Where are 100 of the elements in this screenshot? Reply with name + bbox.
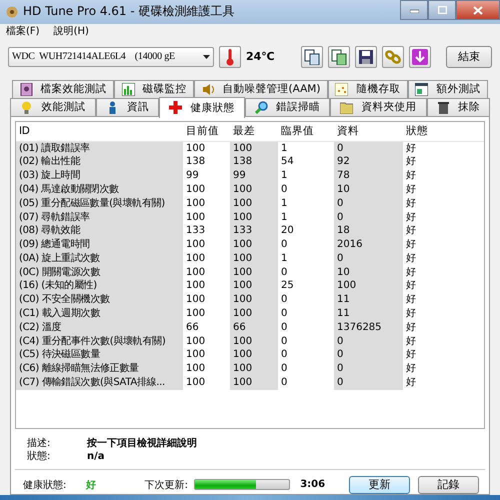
table-cell-text: 66 — [185, 320, 200, 335]
table-cell: 100 — [230, 376, 278, 390]
window-icon — [415, 82, 428, 96]
tab[interactable]: 抹除 — [426, 98, 490, 116]
drive-dropdown[interactable]: WDC WUH721414ALE6L4 (14000 gE — [8, 46, 214, 67]
chain-button[interactable] — [382, 46, 404, 68]
lightbulb-icon — [20, 100, 34, 114]
maximize-button[interactable] — [428, 0, 456, 20]
table-cell: (0C) 開關電源次數 — [16, 266, 183, 280]
cross-icon — [169, 101, 182, 114]
table-cell: (C7) 傳輸錯誤次數(與SATA排線... — [16, 376, 183, 390]
table-cell-text: 100 — [185, 307, 206, 321]
tab[interactable]: 檔案效能測試 — [12, 80, 114, 98]
table-cell-text: 100 — [185, 348, 206, 362]
table-cell: 100 — [230, 362, 278, 376]
table-cell: 99 — [230, 169, 278, 183]
close-button[interactable] — [456, 0, 500, 20]
tab[interactable]: 額外測試 — [408, 80, 488, 98]
table-cell: (04) 馬達啟動關閉次數 — [16, 182, 183, 197]
window-title: HD Tune Pro 4.61 - 硬碟檢測維護工具 — [23, 3, 236, 20]
table-cell: (C6) 離線掃瞄無法修正數量 — [16, 362, 183, 376]
download-button[interactable] — [409, 46, 431, 68]
table-cell-text: 100 — [185, 362, 206, 376]
table-cell-text: 100 — [185, 196, 206, 210]
status-label: 狀態: — [27, 450, 52, 463]
save-button[interactable] — [355, 46, 377, 68]
table-cell: 100 — [230, 182, 278, 197]
health-label: 健康狀態: — [23, 478, 68, 492]
table-cell: 100 — [230, 279, 278, 294]
disk-icon — [6, 6, 18, 18]
table-cell: (07) 尋軌錯誤率 — [16, 210, 183, 224]
table-cell-text: 1 — [280, 210, 288, 224]
table-cell-text: 138 — [185, 155, 206, 170]
table-cell: 78 — [334, 169, 403, 183]
table-cell-text: 好 — [405, 210, 417, 224]
table-cell-text: 1 — [280, 142, 288, 156]
table-cell-text: 54 — [280, 155, 295, 170]
tab[interactable]: 磁碟監控 — [114, 80, 194, 98]
exit-button[interactable]: 結束 — [446, 46, 492, 68]
table-cell-text: 100 — [185, 210, 206, 224]
refresh-button[interactable]: 更新 — [349, 476, 410, 494]
arrow-down-icon — [412, 48, 428, 65]
table-cell: (08) 尋軌效能 — [16, 224, 183, 238]
table-cell-text: 100 — [185, 252, 206, 266]
table-cell: (C0) 不安全關機次數 — [16, 293, 183, 308]
table-cell-text: 好 — [405, 266, 417, 280]
table-cell: 0 — [334, 362, 403, 376]
table-cell: 0 — [334, 376, 403, 390]
copy-button[interactable] — [328, 46, 350, 68]
table-cell-text: 好 — [405, 252, 417, 266]
log-button[interactable]: 記錄 — [418, 476, 479, 494]
table-cell-text: 好 — [405, 196, 417, 210]
table-cell: 0 — [334, 142, 403, 156]
countdown-time: 3:06 — [300, 479, 326, 490]
table-cell: (C1) 載入週期次數 — [16, 307, 183, 321]
table-cell: 0 — [334, 334, 403, 348]
table-cell: 1376285 — [334, 320, 403, 335]
chain-icon — [385, 48, 401, 65]
table-cell-text: 好 — [405, 348, 417, 362]
temperature-button[interactable] — [219, 46, 241, 68]
thermometer-icon — [226, 48, 234, 66]
table-cell-text: 好 — [405, 334, 417, 348]
table-cell-text: 0 — [280, 266, 288, 280]
table-cell-text: 好 — [405, 320, 417, 335]
table-cell: 10 — [334, 266, 403, 280]
tab[interactable]: 資訊 — [96, 98, 159, 116]
table-cell: 100 — [230, 252, 278, 266]
tab[interactable]: 資料夾使用 — [330, 98, 426, 116]
copy-button[interactable] — [301, 46, 323, 68]
save-icon — [358, 48, 374, 65]
tab[interactable]: 自動噪聲管理(AAM) — [194, 80, 328, 98]
table-cell: 100 — [230, 196, 278, 210]
tab[interactable]: 錯誤掃瞄 — [244, 98, 330, 116]
menu-item[interactable]: 檔案(F) — [6, 24, 40, 38]
table-cell: (03) 旋上時間 — [16, 169, 183, 183]
close-icon — [473, 6, 483, 14]
table-cell-text: 0 — [280, 293, 288, 308]
tab[interactable]: 效能測試 — [10, 98, 96, 116]
temperature-reading: 24℃ — [246, 50, 275, 64]
copy-icon — [331, 48, 347, 65]
tab[interactable]: 隨機存取 — [328, 80, 408, 98]
scatter-chart-icon — [335, 82, 348, 96]
bar-chart-icon — [122, 82, 135, 96]
table-cell: 66 — [230, 320, 278, 335]
table-cell: 0 — [334, 252, 403, 266]
table-cell-text: 1 — [280, 252, 288, 266]
table-cell-text: 100 — [185, 238, 206, 252]
table-cell: 138 — [230, 155, 278, 170]
table-cell: 100 — [230, 293, 278, 308]
table-cell: 100 — [230, 307, 278, 321]
menu-item[interactable]: 說明(H) — [54, 24, 89, 38]
tab[interactable]: 健康狀態 — [159, 96, 244, 118]
table-cell-text: 好 — [405, 182, 417, 197]
table-cell-text: 0 — [280, 376, 288, 390]
table-cell-text: 0 — [280, 320, 288, 335]
minimize-button[interactable] — [400, 0, 428, 20]
table-cell-text: 好 — [405, 155, 417, 170]
table-cell-text: 好 — [405, 362, 417, 376]
table-cell: 100 — [230, 334, 278, 348]
table-cell-text: 好 — [405, 279, 417, 294]
